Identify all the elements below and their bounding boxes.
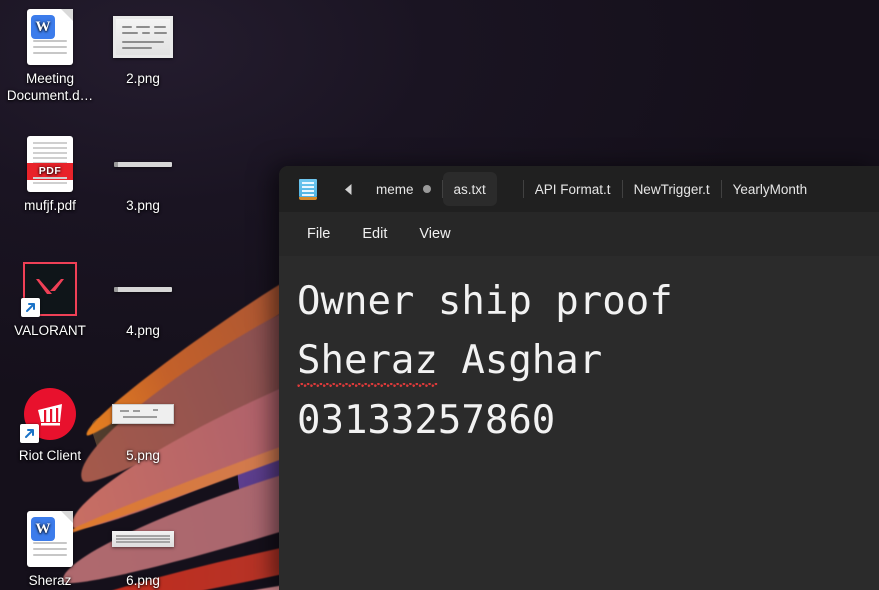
desktop-icon-label: 6.png (126, 573, 160, 588)
tab-label: NewTrigger.t (633, 181, 710, 197)
desktop-icon-4png[interactable]: 4.png (95, 260, 191, 339)
docx-file-icon: W (2, 510, 98, 568)
png-thumbnail-icon (95, 260, 191, 318)
desktop-icon-label: 5.png (126, 448, 160, 463)
desktop-icon-sheraz[interactable]: W Sheraz (2, 510, 98, 589)
caret-left-icon[interactable] (331, 172, 365, 206)
desktop-icon-mufjf-pdf[interactable]: PDF mufjf.pdf (2, 135, 98, 214)
tab-strip[interactable]: meme as.txt API Format.t NewTrigger.t Ye… (331, 166, 879, 212)
window-titlebar[interactable]: meme as.txt API Format.t NewTrigger.t Ye… (279, 166, 879, 212)
desktop-icon-label: mufjf.pdf (24, 198, 76, 213)
shortcut-arrow-icon (20, 424, 39, 443)
tab-meme[interactable]: meme (365, 172, 442, 206)
menu-item-file[interactable]: File (293, 219, 344, 249)
desktop-icon-6png[interactable]: 6.png (95, 510, 191, 589)
docx-file-icon: W (2, 8, 98, 66)
desktop-icon-label: VALORANT (14, 323, 86, 338)
desktop-icon-riot-client[interactable]: Riot Client (2, 385, 98, 464)
notepad-icon (297, 178, 319, 200)
tab-label: API Format.t (534, 181, 611, 197)
document-line-2-rest: Asghar (437, 338, 603, 384)
png-thumbnail-icon (95, 510, 191, 568)
desktop-icon-label: Sheraz (28, 573, 72, 588)
pdf-bottom-lines (33, 177, 67, 187)
menu-item-view[interactable]: View (405, 219, 464, 249)
valorant-icon (2, 260, 98, 318)
tab-modified-dot (422, 185, 431, 193)
tab-yearlymonth[interactable]: YearlyMonth (722, 172, 819, 206)
document-text[interactable]: Owner ship proof Sheraz Asghar 031332578… (297, 272, 879, 450)
text-editor-area[interactable]: Owner ship proof Sheraz Asghar 031332578… (279, 256, 879, 590)
tab-newtrigger[interactable]: NewTrigger.t (623, 172, 721, 206)
screenshot-preview (116, 19, 170, 55)
doc-lines (33, 542, 67, 560)
desktop-icon-label: Meeting Document.d… (6, 71, 94, 103)
riot-client-icon (2, 385, 98, 443)
tab-as-txt[interactable]: as.txt (442, 172, 497, 206)
misspelled-word: Sheraz (297, 338, 438, 387)
desktop-icon-label: 4.png (126, 323, 160, 338)
tab-label: YearlyMonth (732, 181, 808, 197)
png-thumbnail-icon (95, 385, 191, 443)
word-watermark: W (31, 15, 55, 39)
menu-item-edit[interactable]: Edit (348, 219, 401, 249)
tab-api-format[interactable]: API Format.t (524, 172, 622, 206)
desktop-icon-valorant[interactable]: VALORANT (2, 260, 98, 339)
desktop-icon-2png[interactable]: 2.png (95, 8, 191, 87)
desktop-icon-label: 2.png (126, 71, 160, 86)
notepad-window[interactable]: meme as.txt API Format.t NewTrigger.t Ye… (279, 166, 879, 590)
desktop-icon-meeting-document[interactable]: W Meeting Document.d… (2, 8, 98, 104)
pdf-file-icon: PDF (2, 135, 98, 193)
png-thumbnail-icon (95, 135, 191, 193)
desktop-icon-5png[interactable]: 5.png (95, 385, 191, 464)
doc-lines (33, 40, 67, 58)
desktop-icon-3png[interactable]: 3.png (95, 135, 191, 214)
menu-bar[interactable]: File Edit View (279, 212, 879, 256)
document-line-1: Owner ship proof (297, 279, 673, 324)
tab-label: as.txt (453, 181, 486, 197)
word-watermark: W (31, 517, 55, 541)
png-thumbnail-icon (95, 8, 191, 66)
tab-label: meme (376, 181, 414, 197)
desktop-icon-label: 3.png (126, 198, 160, 213)
shortcut-arrow-icon (21, 298, 40, 317)
document-line-3: 03133257860 (297, 397, 556, 443)
desktop-icon-label: Riot Client (18, 448, 82, 463)
